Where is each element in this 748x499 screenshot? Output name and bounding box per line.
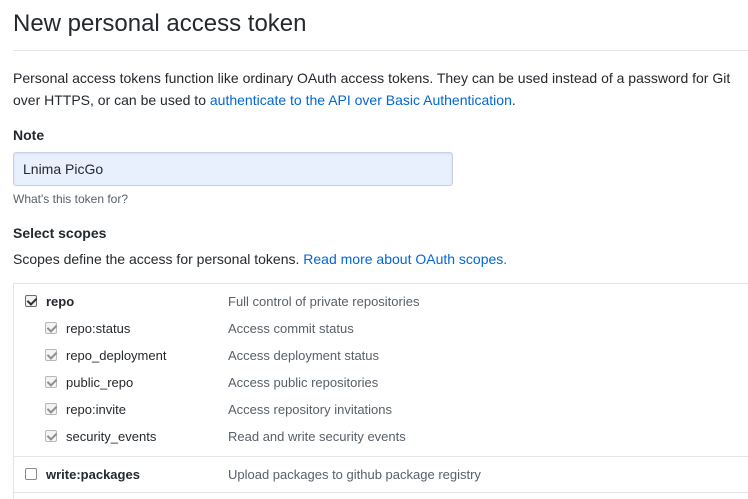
scope-name: repo:status [66, 321, 131, 336]
security-events-checkbox[interactable] [45, 430, 57, 442]
basic-auth-link[interactable]: authenticate to the API over Basic Authe… [210, 92, 512, 108]
scope-desc: Access public repositories [228, 375, 379, 390]
scope-row-write-packages[interactable]: write:packages Upload packages to github… [14, 461, 748, 488]
scope-name: public_repo [66, 375, 134, 390]
public-repo-checkbox[interactable] [45, 376, 57, 388]
select-scopes-label: Select scopes [13, 225, 107, 241]
scope-row-repo-status[interactable]: repo:status Access commit status [14, 315, 748, 342]
scope-desc: Access repository invitations [228, 402, 393, 417]
scope-divider [14, 492, 748, 493]
scope-desc: Full control of private repositories [228, 294, 420, 309]
scopes-desc-text: Scopes define the access for personal to… [13, 251, 304, 267]
scope-list: repo Full control of private repositorie… [13, 283, 748, 499]
note-hint: What's this token for? [13, 192, 129, 206]
scope-name: repo:invite [66, 402, 126, 417]
scope-row-public-repo[interactable]: public_repo Access public repositories [14, 369, 748, 396]
scopes-description: Scopes define the access for personal to… [13, 251, 507, 267]
write-packages-checkbox[interactable] [25, 468, 37, 480]
repo-invite-checkbox[interactable] [45, 403, 57, 415]
scope-desc: Access deployment status [228, 348, 380, 363]
oauth-scopes-link[interactable]: Read more about OAuth scopes. [303, 251, 507, 267]
title-divider [13, 50, 748, 51]
scope-row-repo[interactable]: repo Full control of private repositorie… [14, 288, 748, 315]
note-label: Note [13, 127, 45, 143]
scope-desc: Read and write security events [228, 429, 406, 444]
note-input[interactable] [13, 152, 453, 186]
scope-name: repo [46, 294, 75, 309]
scope-name: repo_deployment [66, 348, 167, 363]
repo-checkbox[interactable] [25, 295, 37, 307]
intro-text: Personal access tokens function like ord… [13, 67, 743, 111]
scope-row-repo-invite[interactable]: repo:invite Access repository invitation… [14, 396, 748, 423]
scope-row-repo-deployment[interactable]: repo_deployment Access deployment status [14, 342, 748, 369]
scope-desc: Access commit status [228, 321, 354, 336]
scope-name: write:packages [46, 467, 140, 482]
page-title: New personal access token [13, 10, 307, 37]
intro-end: . [511, 92, 516, 108]
scope-desc: Upload packages to github package regist… [228, 467, 481, 482]
repo-deployment-checkbox[interactable] [45, 349, 57, 361]
scope-divider [14, 456, 748, 457]
scope-row-security-events[interactable]: security_events Read and write security … [14, 423, 748, 450]
repo-status-checkbox[interactable] [45, 322, 57, 334]
scope-name: security_events [66, 429, 157, 444]
